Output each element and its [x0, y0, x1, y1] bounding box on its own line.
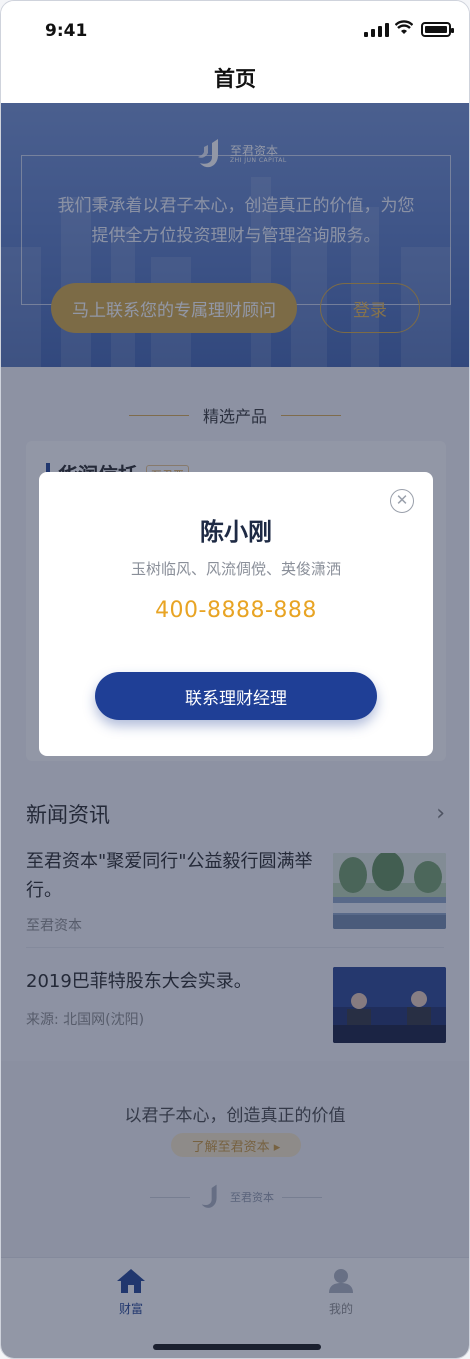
- advisor-description: 玉树临风、风流倜傥、英俊潇洒: [130, 560, 341, 578]
- page-title: 首页: [214, 67, 256, 91]
- phone-frame: 9:41 首页 至君资本 ZHI: [0, 0, 470, 1359]
- contact-manager-button[interactable]: 联系理财经理: [95, 672, 377, 720]
- advisor-phone[interactable]: 400-8888-888: [39, 598, 433, 623]
- advisor-contact-modal: ✕ 陈小刚 玉树临风、风流倜傥、英俊潇洒 400-8888-888 联系理财经理: [39, 472, 433, 756]
- status-time: 9:41: [45, 21, 88, 41]
- navigation-bar: 首页: [1, 59, 469, 103]
- advisor-name: 陈小刚: [200, 518, 272, 546]
- close-icon[interactable]: ✕: [390, 489, 414, 513]
- wifi-icon: [395, 20, 413, 34]
- status-bar: 9:41: [1, 1, 469, 59]
- battery-icon: [421, 22, 454, 37]
- cellular-signal-icon: [364, 23, 389, 37]
